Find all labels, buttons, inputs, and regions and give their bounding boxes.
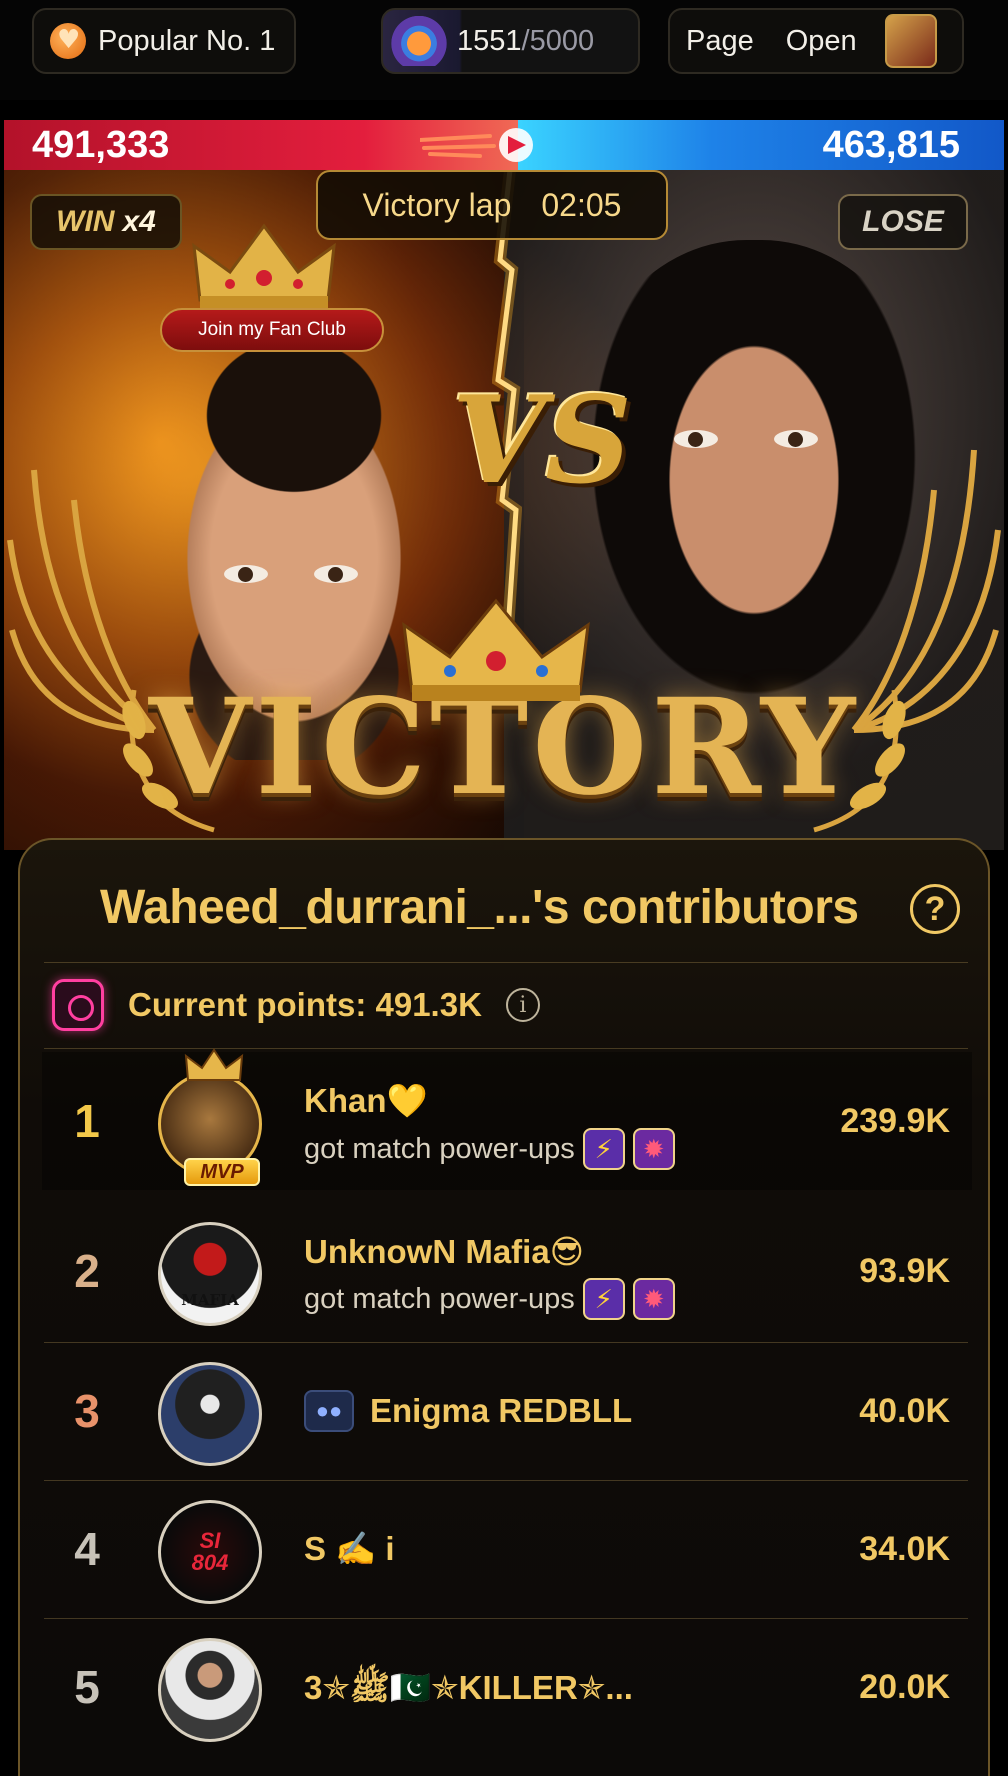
page-open-button[interactable]: Page Open <box>668 8 964 74</box>
contributor-name: UnknowN Mafia😎 <box>304 1233 585 1270</box>
contributor-name: Enigma REDBLL <box>370 1392 633 1429</box>
versus-label: VS <box>452 370 632 511</box>
crown-icon <box>192 223 336 310</box>
contributor-score: 20.0K <box>859 1668 950 1706</box>
gift-box-icon <box>52 979 104 1031</box>
lose-label: LOSE <box>862 205 944 238</box>
current-points-label: Current points: 491.3K <box>128 986 482 1023</box>
eye-left <box>224 565 268 583</box>
win-label: WIN <box>56 205 115 238</box>
heart-icon <box>50 23 86 59</box>
divider <box>44 962 968 963</box>
contributors-panel: Waheed_durrani_...'s contributors ? Curr… <box>18 838 990 1776</box>
info-icon[interactable]: i <box>505 988 540 1022</box>
power-ups-line: got match power-ups ⚡ ✹ <box>304 1278 675 1320</box>
contributor-name: Khan💛 <box>304 1082 428 1119</box>
bomb-power-up-icon: ✹ <box>632 1278 675 1320</box>
si-logo-avatar-icon[interactable]: SI 804 <box>158 1500 262 1604</box>
rank-number: 2 <box>74 1245 100 1297</box>
lightning-power-up-icon: ⚡ <box>582 1128 625 1170</box>
battle-scene: Victory lap 02:05 WIN x4 LOSE Join my Fa… <box>4 170 1004 850</box>
contributor-row[interactable]: 4 SI 804 S ✍️ i 34.0K <box>42 1480 972 1618</box>
rank-number: 4 <box>74 1523 100 1575</box>
victory-lap-timer: Victory lap 02:05 <box>316 170 668 240</box>
si-logo-text: SI 804 <box>191 1528 229 1575</box>
current-points-row: Current points: 491.3K i <box>52 970 540 1040</box>
contributor-score: 239.9K <box>840 1102 950 1140</box>
goal-progress-value: 1551/5000 <box>457 24 595 57</box>
rank-number: 3 <box>74 1385 100 1437</box>
victory-lap-countdown: 02:05 <box>541 186 622 223</box>
eye-right <box>314 565 358 583</box>
contributor-row[interactable]: 1 MVP Khan💛 got match power-ups ⚡ ✹ 239.… <box>42 1048 972 1190</box>
win-streak-badge: WIN x4 <box>30 194 182 250</box>
mafia-avatar-icon[interactable]: MAFIA <box>158 1222 262 1326</box>
crown-icon <box>184 1048 244 1081</box>
lightning-power-up-icon: ⚡ <box>582 1278 625 1320</box>
planet-icon <box>391 16 447 66</box>
battle-score-bar: 491,333 463,815 <box>4 120 1004 170</box>
contributor-score: 34.0K <box>859 1530 950 1568</box>
bomb-power-up-icon: ✹ <box>632 1128 675 1170</box>
man-photo-avatar-icon[interactable] <box>158 1638 262 1742</box>
join-fan-club-button[interactable]: Join my Fan Club <box>160 308 384 352</box>
mafia-avatar-text: MAFIA <box>181 1291 239 1309</box>
eye-right <box>774 430 818 448</box>
eye-left <box>674 430 718 448</box>
contributor-row[interactable]: 3 ●● Enigma REDBLL 40.0K <box>42 1342 972 1480</box>
lose-badge: LOSE <box>838 194 968 250</box>
contributor-score: 40.0K <box>859 1392 950 1430</box>
goal-progress-button[interactable]: 1551/5000 <box>381 8 640 74</box>
power-ups-line: got match power-ups ⚡ ✹ <box>304 1128 675 1170</box>
contributor-score: 93.9K <box>859 1252 950 1290</box>
contributor-name: ﷺ✯3🇵🇰✯KILLER✯... <box>304 1669 633 1706</box>
power-ups-label: got match power-ups <box>304 1132 575 1165</box>
victory-crown-icon <box>402 598 590 701</box>
right-team-score: 463,815 <box>822 124 960 166</box>
help-icon[interactable]: ? <box>910 884 960 934</box>
gift-thumbnail-icon <box>884 14 937 68</box>
mvp-badge: MVP <box>184 1158 260 1186</box>
contributor-row[interactable]: 2 MAFIA UnknowN Mafia😎 got match power-u… <box>42 1202 972 1340</box>
popular-rank-button[interactable]: Popular No. 1 <box>32 8 296 74</box>
left-team-score: 491,333 <box>32 124 170 166</box>
hooded-figure-avatar-icon[interactable] <box>158 1362 262 1466</box>
power-ups-label: got match power-ups <box>304 1282 575 1315</box>
rank-number: 5 <box>74 1661 100 1713</box>
divider <box>44 1048 968 1049</box>
top-bar: Popular No. 1 1551/5000 Page Open <box>0 0 1008 100</box>
page-label: Page <box>686 24 754 57</box>
popular-rank-label: Popular No. 1 <box>98 24 276 57</box>
rank-number: 1 <box>74 1095 100 1147</box>
contributor-name: S ✍️ i <box>304 1530 395 1567</box>
contributor-row[interactable]: 5 ﷺ✯3🇵🇰✯KILLER✯... 20.0K <box>42 1618 972 1756</box>
victory-lap-label: Victory lap <box>362 186 512 223</box>
win-multiplier: x4 <box>122 205 156 238</box>
open-label: Open <box>785 24 857 57</box>
mask-icon: ●● <box>304 1390 354 1432</box>
contributors-title: Waheed_durrani_...'s contributors <box>100 881 859 934</box>
streak-flag-icon <box>420 128 533 162</box>
